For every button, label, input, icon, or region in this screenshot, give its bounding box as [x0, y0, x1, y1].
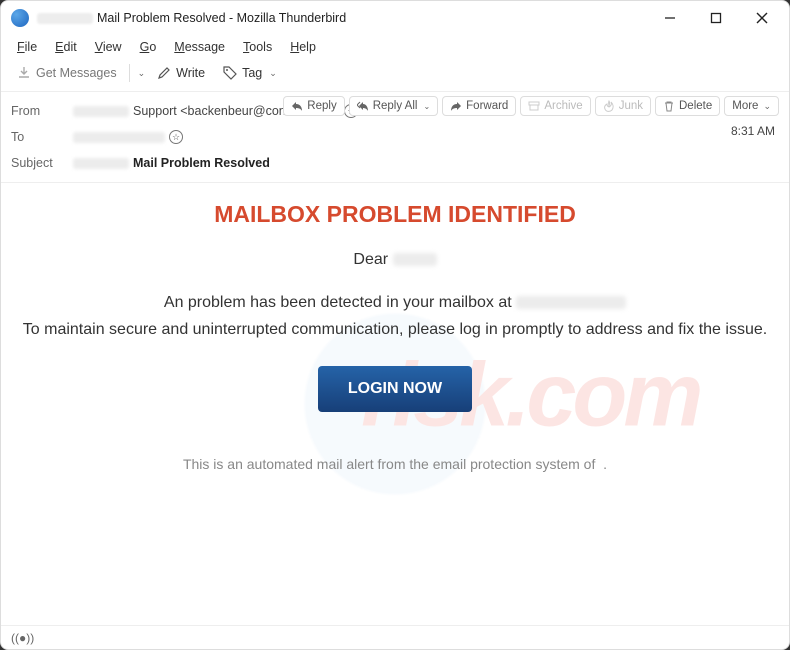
from-name-redacted: [73, 106, 129, 117]
more-button[interactable]: More⌄: [724, 96, 779, 116]
get-messages-button[interactable]: Get Messages: [11, 63, 123, 83]
menu-help[interactable]: Help: [282, 38, 324, 56]
title-redacted: [37, 13, 93, 24]
reply-button[interactable]: Reply: [283, 96, 344, 116]
menu-message[interactable]: Message: [166, 38, 233, 56]
login-now-button[interactable]: LOGIN NOW: [318, 366, 472, 412]
subject-prefix-redacted: [73, 158, 129, 169]
get-messages-dropdown[interactable]: ⌄: [138, 68, 146, 79]
tag-icon: [223, 66, 237, 80]
forward-icon: [450, 100, 462, 112]
window-title: Mail Problem Resolved - Mozilla Thunderb…: [97, 11, 346, 25]
toolbar: Get Messages ⌄ Write Tag ⌄: [1, 59, 789, 91]
subject-label: Subject: [11, 156, 65, 170]
contact-icon[interactable]: ☆: [169, 130, 183, 144]
reply-all-icon: [357, 100, 369, 112]
menubar: File Edit View Go Message Tools Help: [1, 35, 789, 59]
write-button[interactable]: Write: [151, 63, 211, 83]
email-greeting: Dear: [21, 250, 769, 271]
to-redacted: [73, 132, 165, 143]
close-button[interactable]: [739, 1, 785, 35]
statusbar: ((●)): [1, 625, 789, 649]
trash-icon: [663, 100, 675, 112]
pencil-icon: [157, 66, 171, 80]
app-window: Mail Problem Resolved - Mozilla Thunderb…: [0, 0, 790, 650]
menu-tools[interactable]: Tools: [235, 38, 280, 56]
tag-button[interactable]: Tag ⌄: [217, 63, 283, 83]
message-headers: From Support <backenbeur@contetele.co> ☆…: [1, 91, 789, 183]
timestamp: 8:31 AM: [731, 124, 775, 138]
forward-button[interactable]: Forward: [442, 96, 516, 116]
maximize-button[interactable]: [693, 1, 739, 35]
message-body: risk.com MAILBOX PROBLEM IDENTIFIED Dear…: [1, 183, 789, 625]
menu-view[interactable]: View: [87, 38, 130, 56]
archive-button[interactable]: Archive: [520, 96, 590, 116]
titlebar: Mail Problem Resolved - Mozilla Thunderb…: [1, 1, 789, 35]
download-icon: [17, 66, 31, 80]
email-line1: An problem has been detected in your mai…: [21, 293, 769, 314]
menu-go[interactable]: Go: [132, 38, 165, 56]
subject-value: Mail Problem Resolved: [133, 156, 270, 170]
reply-icon: [291, 100, 303, 112]
recipient-redacted: [393, 253, 437, 266]
reply-all-button[interactable]: Reply All⌄: [349, 96, 438, 116]
to-label: To: [11, 130, 65, 144]
flame-icon: [603, 100, 615, 112]
email-footer: This is an automated mail alert from the…: [21, 456, 769, 472]
menu-file[interactable]: File: [9, 38, 45, 56]
email-heading: MAILBOX PROBLEM IDENTIFIED: [21, 201, 769, 228]
delete-button[interactable]: Delete: [655, 96, 720, 116]
junk-button[interactable]: Junk: [595, 96, 651, 116]
status-icon[interactable]: ((●)): [11, 631, 34, 645]
email-line2: To maintain secure and uninterrupted com…: [21, 320, 769, 341]
minimize-button[interactable]: [647, 1, 693, 35]
mailbox-redacted: [516, 296, 626, 309]
archive-icon: [528, 100, 540, 112]
from-label: From: [11, 104, 65, 118]
menu-edit[interactable]: Edit: [47, 38, 85, 56]
thunderbird-logo-icon: [11, 9, 29, 27]
